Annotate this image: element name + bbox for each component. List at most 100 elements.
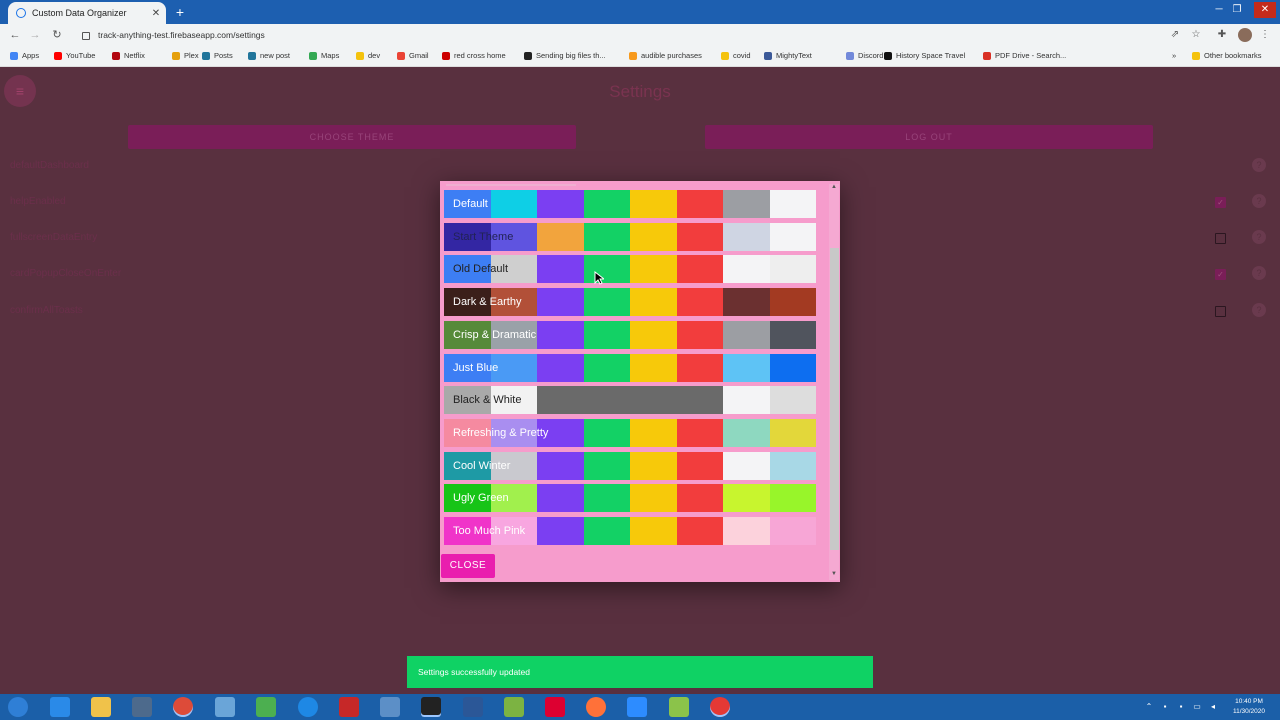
lock-icon: [82, 31, 90, 40]
help-icon[interactable]: ?: [1252, 194, 1266, 208]
help-icon[interactable]: ?: [1252, 158, 1266, 172]
ie-icon[interactable]: [50, 697, 70, 717]
close-button[interactable]: CLOSE: [441, 554, 495, 578]
profile-avatar[interactable]: [1238, 28, 1252, 42]
setting-checkbox[interactable]: [1215, 306, 1226, 317]
theme-color-swatch: [537, 190, 584, 218]
maps-pin-icon[interactable]: [298, 697, 318, 717]
theme-name: Crisp & Dramatic: [453, 328, 537, 341]
tab-close-icon[interactable]: ✕: [150, 8, 162, 19]
notepad-icon[interactable]: [380, 697, 400, 717]
bookmark-item[interactable]: Discord: [846, 51, 883, 60]
window-close-icon[interactable]: ✕: [1254, 2, 1276, 18]
theme-option[interactable]: Dark & Earthy: [444, 288, 816, 317]
theme-color-swatch: [537, 517, 584, 545]
theme-option[interactable]: Just Blue: [444, 353, 816, 382]
bookmark-item[interactable]: PDF Drive - Search...: [983, 51, 1066, 60]
start-icon[interactable]: [8, 697, 28, 717]
maximize-icon[interactable]: ❐: [1228, 2, 1246, 18]
media-player-icon[interactable]: [132, 697, 152, 717]
help-icon[interactable]: ?: [1252, 230, 1266, 244]
minimize-icon[interactable]: ─: [1210, 2, 1228, 18]
theme-option[interactable]: Old Default: [444, 255, 816, 284]
setting-checkbox[interactable]: [1215, 233, 1226, 244]
open-in-app-icon[interactable]: ⇗: [1168, 28, 1182, 42]
log-out-button[interactable]: LOG OUT: [705, 125, 1153, 149]
theme-option[interactable]: Black & White: [444, 386, 816, 415]
tray-expand-icon[interactable]: ⌃: [1144, 702, 1154, 712]
theme-color-swatch: [630, 353, 677, 382]
bookmark-label: Posts: [214, 51, 233, 60]
app-pineapple-icon[interactable]: [669, 697, 689, 717]
forward-icon[interactable]: →: [28, 27, 42, 43]
setting-label: helpEnabled: [10, 196, 66, 207]
app-icon[interactable]: [215, 697, 235, 717]
browser-tab-strip: [0, 0, 1280, 24]
taskbar-clock[interactable]: 10:40 PM 11/30/2020: [1224, 697, 1274, 717]
theme-option[interactable]: Cool Winter: [444, 451, 816, 480]
address-bar[interactable]: track-anything-test.firebaseapp.com/sett…: [72, 26, 1172, 44]
bookmark-item[interactable]: dev: [356, 51, 380, 60]
volume-icon[interactable]: ◂: [1208, 702, 1218, 712]
theme-option[interactable]: Too Much Pink: [444, 517, 816, 545]
extensions-icon[interactable]: ✚: [1215, 28, 1229, 42]
theme-option[interactable]: Crisp & Dramatic: [444, 320, 816, 349]
browser-tab[interactable]: Custom Data Organizer ✕: [8, 2, 166, 24]
app-red-icon[interactable]: [339, 697, 359, 717]
bookmark-item[interactable]: History Space Travel: [884, 51, 965, 60]
theme-option[interactable]: Refreshing & Pretty: [444, 418, 816, 447]
app-green-icon[interactable]: [256, 697, 276, 717]
bookmark-item[interactable]: Posts: [202, 51, 233, 60]
network-icon[interactable]: ▭: [1192, 702, 1202, 712]
chrome-icon[interactable]: [173, 697, 193, 717]
recorder-icon[interactable]: [710, 697, 730, 717]
new-tab-icon[interactable]: +: [172, 4, 188, 20]
bookmark-item[interactable]: new post: [248, 51, 290, 60]
bookmark-item[interactable]: YouTube: [54, 51, 95, 60]
more-bookmarks-icon[interactable]: »: [1172, 51, 1176, 60]
bookmark-label: Maps: [321, 51, 340, 60]
browser-menu-icon[interactable]: ⋮: [1258, 28, 1272, 42]
theme-option[interactable]: Default: [444, 190, 816, 218]
zoom-icon[interactable]: [627, 697, 647, 717]
bookmark-item[interactable]: covid: [721, 51, 751, 60]
bookmark-item[interactable]: Plex: [172, 51, 199, 60]
bookmark-star-icon[interactable]: ☆: [1189, 28, 1203, 42]
bookmark-item[interactable]: Maps: [309, 51, 339, 60]
theme-color-swatch: [723, 320, 770, 349]
setting-checkbox[interactable]: ✓: [1215, 269, 1226, 280]
dialog-scrollbar-thumb[interactable]: [830, 248, 839, 550]
reload-icon[interactable]: ↻: [50, 27, 64, 43]
file-explorer-icon[interactable]: [91, 697, 111, 717]
bookmark-item[interactable]: Gmail: [397, 51, 429, 60]
back-icon[interactable]: ←: [8, 27, 22, 43]
android-studio-icon[interactable]: [504, 697, 524, 717]
intellij-icon[interactable]: [421, 697, 441, 717]
scroll-up-icon[interactable]: ▲: [829, 184, 839, 190]
theme-color-swatch: [537, 222, 584, 251]
bookmark-item[interactable]: Apps: [10, 51, 39, 60]
bookmark-item[interactable]: audible purchases: [629, 51, 702, 60]
scroll-down-icon[interactable]: ▼: [829, 571, 839, 577]
bookmark-item[interactable]: Sending big files th...: [524, 51, 606, 60]
bookmark-label: audible purchases: [641, 51, 702, 60]
word-icon[interactable]: [463, 697, 483, 717]
theme-color-swatch: [630, 451, 677, 480]
tray-icon-2[interactable]: ▪: [1176, 702, 1186, 712]
theme-option[interactable]: Start Theme: [444, 222, 816, 251]
bookmark-item[interactable]: MightyText: [764, 51, 812, 60]
help-icon[interactable]: ?: [1252, 266, 1266, 280]
other-bookmarks[interactable]: Other bookmarks: [1192, 51, 1262, 60]
theme-color-swatch: [630, 386, 677, 415]
theme-name: Default: [453, 198, 488, 210]
tray-icon-1[interactable]: ▪: [1160, 702, 1170, 712]
theme-option[interactable]: Ugly Green: [444, 484, 816, 513]
theme-color-swatch: [583, 255, 630, 284]
setting-checkbox[interactable]: ✓: [1215, 197, 1226, 208]
angular-icon[interactable]: [545, 697, 565, 717]
bookmark-item[interactable]: red cross home: [442, 51, 506, 60]
firefox-icon[interactable]: [586, 697, 606, 717]
bookmark-item[interactable]: Netflix: [112, 51, 145, 60]
choose-theme-button[interactable]: CHOOSE THEME: [128, 125, 576, 149]
help-icon[interactable]: ?: [1252, 303, 1266, 317]
